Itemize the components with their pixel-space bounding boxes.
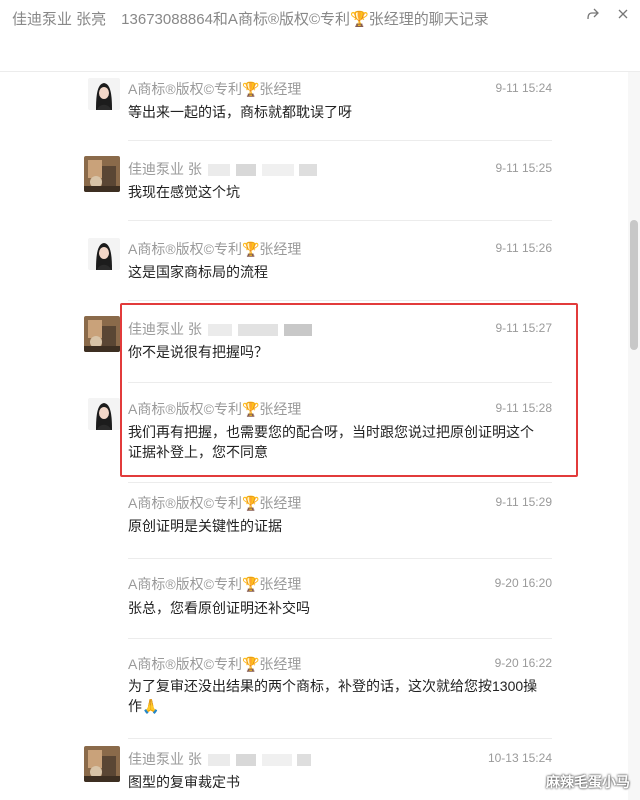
redacted-mask [235,164,256,177]
message-time: 9-11 15:26 [495,241,553,255]
message-text: 你不是说很有把握吗？ [128,344,268,360]
message-text: 原创证明是关键性的证据 [128,518,282,534]
sender-name: 佳迪泵业 张 [128,749,312,769]
redacted-mask [207,324,232,337]
sender-name-text: 佳迪泵业 张 [128,161,202,177]
window-title: 佳迪泵业 张亮 13673088864和A商标®版权©专利🏆张经理的聊天记录 [12,11,489,28]
sender-name: 佳迪泵业 张 [128,159,318,179]
sender-name: A商标®版权©专利🏆张经理 [128,241,302,257]
avatar[interactable] [84,316,120,352]
redacted-mask [297,754,312,767]
sender-name: A商标®版权©专利🏆张经理 [128,495,302,511]
message-time: 9-11 15:25 [495,161,553,175]
redacted-mask [235,754,256,767]
redacted-mask [261,754,292,767]
message-text: 图型的复审裁定书 [128,774,240,790]
scrollbar[interactable] [628,72,640,800]
redacted-mask [283,324,312,337]
sender-name: 佳迪泵业 张 [128,319,312,339]
sender-name: A商标®版权©专利🏆张经理 [128,401,302,417]
redacted-mask [299,164,318,177]
redacted-mask [261,164,294,177]
message-time: 9-11 15:27 [495,321,553,335]
message-text: 这是国家商标局的流程 [128,264,268,280]
divider [128,140,552,141]
avatar[interactable] [84,746,120,782]
message-time: 9-11 15:24 [495,81,553,95]
message-text: 为了复审还没出结果的两个商标，补登的话，这次就给您按1300操作🙏 [128,678,538,714]
message-text: 等出来一起的话，商标就都耽误了呀 [128,104,352,120]
avatar[interactable] [88,78,120,110]
sender-name: A商标®版权©专利🏆张经理 [128,656,302,672]
watermark: 麻辣毛蛋小马 [546,774,630,790]
message-text: 我现在感觉这个坑 [128,184,240,200]
divider [128,482,552,483]
title-bar: 佳迪泵业 张亮 13673088864和A商标®版权©专利🏆张经理的聊天记录 [0,0,640,72]
message-time: 10-13 15:24 [487,751,552,765]
share-icon[interactable] [582,4,604,24]
message-text: 张总，您看原创证明还补交吗 [128,600,310,616]
divider [128,382,552,383]
chat-history[interactable]: A商标®版权©专利🏆张经理 9-11 15:24 等出来一起的话，商标就都耽误了… [0,72,628,800]
avatar[interactable] [88,238,120,270]
scrollbar-thumb[interactable] [630,220,638,350]
sender-name-text: 佳迪泵业 张 [128,321,202,337]
divider [128,220,552,221]
avatar[interactable] [84,156,120,192]
redacted-mask [207,754,230,767]
divider [128,738,552,739]
avatar[interactable] [88,398,120,430]
redacted-mask [237,324,278,337]
message-text: 我们再有把握，也需要您的配合呀，当时跟您说过把原创证明这个证据补登上，您不同意 [128,424,534,460]
divider [128,558,552,559]
sender-name-text: 佳迪泵业 张 [128,751,202,767]
redacted-mask [207,164,230,177]
close-icon[interactable] [612,4,634,24]
sender-name: A商标®版权©专利🏆张经理 [128,576,302,592]
message-time: 9-11 15:29 [495,495,553,509]
message-time: 9-11 15:28 [495,401,553,415]
message-time: 9-20 16:22 [494,656,552,670]
divider [128,300,552,301]
message-time: 9-20 16:20 [494,576,552,590]
sender-name: A商标®版权©专利🏆张经理 [128,81,302,97]
divider [128,638,552,639]
